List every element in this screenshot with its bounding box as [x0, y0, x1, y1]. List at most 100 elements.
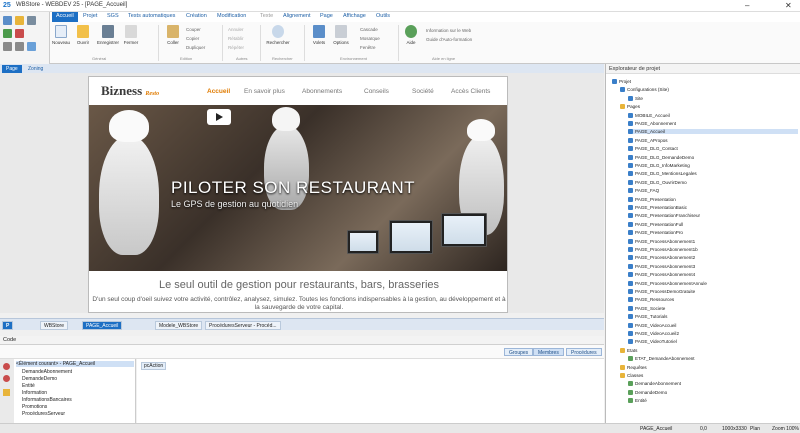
tab-projet[interactable]: Projet — [83, 13, 97, 19]
list-item[interactable]: <Élément courant> - PAGE_Accueil — [16, 361, 134, 367]
procedures-button[interactable]: Procédures — [566, 348, 602, 356]
tab-procedures-serveur[interactable]: ProcéduresServeur - Procéd... — [205, 321, 281, 330]
tree-item[interactable]: PAGE_Abonnement — [628, 121, 798, 126]
nav-en-savoir-plus[interactable]: En savoir plus — [244, 88, 285, 95]
list-item[interactable]: DemandeAbonnement — [22, 369, 72, 375]
code-event-list[interactable]: <Élément courant> - PAGE_Accueil Demande… — [14, 359, 136, 423]
tree-item[interactable]: PAGE_PresentationPro — [628, 230, 798, 236]
tab-alignement[interactable]: Alignement — [283, 13, 311, 19]
guide-button[interactable]: Guide d'Auto-formation — [426, 37, 472, 42]
tab-page-accueil[interactable]: PAGE_Accueil — [82, 321, 123, 330]
open-icon[interactable] — [15, 16, 24, 25]
minimize-button[interactable]: – — [745, 1, 749, 10]
close-doc-button[interactable]: Fermer — [122, 25, 140, 45]
tree-item[interactable]: PAGE_VideoAccueil — [628, 322, 798, 328]
copy-button[interactable]: Copier — [186, 36, 199, 41]
open-button[interactable]: Ouvrir — [74, 25, 92, 45]
tab-zoning-view[interactable]: Zoning — [24, 65, 47, 73]
web-info-button[interactable]: Information sur le Web — [426, 28, 471, 33]
tab-texte[interactable]: Texte — [260, 13, 273, 19]
help-button[interactable]: Aide — [402, 25, 420, 45]
redo-icon[interactable] — [15, 42, 24, 51]
video-play-icon[interactable] — [207, 109, 231, 125]
list-item[interactable]: Promotions — [22, 404, 47, 410]
save-icon[interactable] — [27, 16, 36, 25]
tree-item[interactable]: ETAT_DemandeAbonnement — [628, 356, 798, 362]
tree-item[interactable]: PAGE_Tutorials — [628, 314, 798, 320]
tab-page-view[interactable]: Page — [2, 65, 22, 73]
undo-icon[interactable] — [3, 42, 12, 51]
tree-item[interactable]: Entité — [628, 398, 798, 404]
close-button[interactable]: ✕ — [785, 1, 792, 10]
tree-item[interactable]: PAGE_APropos — [628, 137, 798, 143]
error-icon[interactable] — [3, 363, 10, 370]
list-item[interactable]: Information — [22, 390, 47, 396]
nav-conseils[interactable]: Conseils — [364, 88, 389, 95]
tree-item[interactable]: PAGE_ProcessAbonnementAnnule — [628, 280, 798, 286]
tree-item[interactable]: Configurations (Site) — [620, 87, 798, 93]
duplicate-button[interactable]: Dupliquer — [186, 45, 205, 50]
tab-project[interactable]: P — [2, 321, 14, 330]
redo-button[interactable]: Rétablir — [228, 36, 244, 41]
tree-item[interactable]: PAGE_VideoAccueil2 — [628, 331, 798, 336]
list-item[interactable]: Entité — [22, 383, 35, 389]
run-icon[interactable] — [3, 29, 12, 38]
folder-icon[interactable] — [3, 389, 10, 396]
tree-item[interactable]: PAGE_PresentationFranchiseur — [628, 213, 798, 219]
tree-item[interactable]: PAGE_Accueil — [628, 129, 798, 135]
tree-item[interactable]: PAGE_DLG_Contact — [628, 146, 798, 152]
nav-acces-clients[interactable]: Accès Clients — [451, 88, 490, 95]
groups-button[interactable]: Groupes — [504, 348, 534, 356]
list-item[interactable]: DemandeDemo — [22, 376, 57, 382]
tab-page[interactable]: Page — [320, 13, 333, 19]
mosaic-button[interactable]: Mosaïque — [360, 36, 380, 41]
tree-item[interactable]: PAGE_ProcessDemoGratuite — [628, 289, 798, 294]
tree-item[interactable]: Pages — [620, 104, 798, 110]
tab-sgs[interactable]: SGS — [107, 13, 119, 19]
repeat-button[interactable]: Répéter — [228, 45, 244, 50]
nav-abonnements[interactable]: Abonnements — [302, 88, 342, 95]
tree-item[interactable]: PAGE_Ressources — [628, 297, 798, 303]
stop-icon[interactable] — [15, 29, 24, 38]
cut-button[interactable]: Couper — [186, 27, 201, 32]
warning-icon[interactable] — [3, 375, 10, 382]
options-button[interactable]: Options — [332, 25, 350, 45]
search-button[interactable]: Rechercher — [264, 25, 292, 45]
tree-item[interactable]: PAGE_FAQ — [628, 188, 798, 194]
tree-item[interactable]: Etats — [620, 347, 798, 353]
page-editor[interactable]: Bizness Resto Accueil En savoir plus Abo… — [0, 73, 604, 313]
tree-item[interactable]: PAGE_ProcessAbonnement1 — [628, 238, 798, 244]
tree-item[interactable]: PAGE_PresentationFull — [628, 221, 798, 227]
tree-item[interactable]: PAGE_ProcessAbonnement3 — [628, 263, 798, 269]
new-button[interactable]: Nouveau — [52, 25, 70, 45]
undo-button[interactable]: Annuler — [228, 27, 244, 32]
tree-item[interactable]: DemandeAbonnement — [628, 381, 798, 387]
tree-item[interactable]: Classes — [620, 373, 798, 378]
tree-item[interactable]: MOBILE_Accueil — [628, 112, 798, 118]
nav-societe[interactable]: Société — [412, 88, 434, 95]
members-button[interactable]: Membres — [533, 348, 564, 356]
page-canvas[interactable]: Bizness Resto Accueil En savoir plus Abo… — [88, 76, 508, 313]
tree-item[interactable]: PAGE_DLG_DemandeDemo — [628, 154, 798, 160]
tab-modification[interactable]: Modification — [217, 13, 246, 19]
tree-item[interactable]: PAGE_VideoTutoriel — [628, 339, 798, 345]
tree-item[interactable]: PAGE_DLG_MentionsLegales — [628, 171, 798, 177]
tree-item[interactable]: PAGE_PresentationBasic — [628, 205, 798, 210]
tree-item[interactable]: Requêtes — [620, 364, 798, 370]
tab-tests[interactable]: Tests automatiques — [128, 13, 175, 19]
nav-accueil[interactable]: Accueil — [207, 88, 230, 95]
panes-button[interactable]: Volets — [310, 25, 328, 45]
tab-wbstore[interactable]: WBStore — [40, 321, 69, 330]
tab-accueil[interactable]: Accueil — [52, 12, 78, 22]
tree-item[interactable]: DemandeDemo — [628, 389, 798, 395]
new-icon[interactable] — [3, 16, 12, 25]
save-button[interactable]: Enregistrer — [96, 25, 120, 45]
tree-item[interactable]: PAGE_Presentation — [628, 196, 798, 202]
tree-item[interactable]: PAGE_DLG_InfoMarketing — [628, 163, 798, 168]
tree-item[interactable]: PAGE_ProcessAbonnement4 — [628, 272, 798, 278]
tree-item[interactable]: Site — [628, 95, 798, 101]
tab-modele-wbstore[interactable]: Modele_WBStore — [155, 321, 203, 330]
tab-creation[interactable]: Création — [186, 13, 207, 19]
tree-item[interactable]: Projet — [612, 79, 798, 84]
tree-item[interactable]: PAGE_ProcessAbonnement1b — [628, 247, 798, 252]
